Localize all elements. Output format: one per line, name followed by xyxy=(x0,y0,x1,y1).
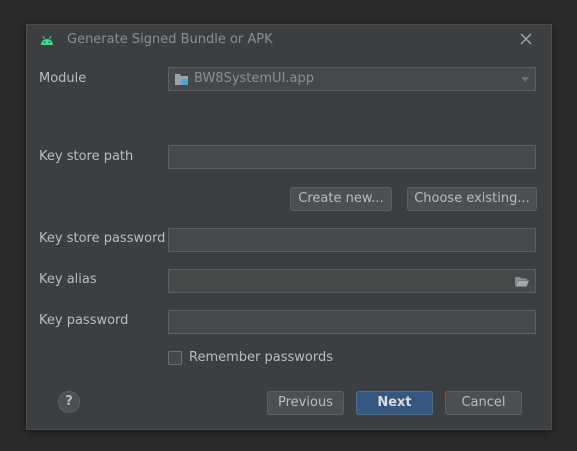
key-password-label: Key password xyxy=(39,313,129,328)
key-store-path-input[interactable] xyxy=(168,145,536,169)
android-icon xyxy=(41,35,53,45)
key-alias-label: Key alias xyxy=(39,272,97,287)
next-button[interactable]: Next xyxy=(356,391,433,415)
help-button[interactable]: ? xyxy=(58,391,80,413)
remember-passwords-label: Remember passwords xyxy=(189,350,333,365)
title-bar: Generate Signed Bundle or APK xyxy=(27,25,551,55)
close-icon[interactable] xyxy=(519,32,533,46)
previous-button[interactable]: Previous xyxy=(267,391,344,415)
key-store-password-field[interactable] xyxy=(168,228,536,252)
choose-existing-button[interactable]: Choose existing... xyxy=(407,187,537,211)
key-alias-field[interactable] xyxy=(168,269,536,293)
key-password-field[interactable] xyxy=(168,310,536,334)
module-label: Module xyxy=(39,71,87,86)
cancel-button[interactable]: Cancel xyxy=(445,391,522,415)
key-store-password-label: Key store password xyxy=(39,231,166,246)
key-store-path-label: Key store path xyxy=(39,149,134,164)
chevron-down-icon xyxy=(521,77,529,82)
remember-passwords-checkbox[interactable] xyxy=(168,351,182,365)
module-selected-value: BW8SystemUI.app xyxy=(194,71,315,86)
generate-signed-bundle-dialog: Generate Signed Bundle or APK Module BW8… xyxy=(26,24,552,430)
create-new-button[interactable]: Create new... xyxy=(290,187,392,211)
module-folder-icon xyxy=(175,74,188,85)
folder-icon[interactable] xyxy=(515,276,529,287)
module-select[interactable]: BW8SystemUI.app xyxy=(168,67,536,91)
dialog-title: Generate Signed Bundle or APK xyxy=(67,32,273,47)
